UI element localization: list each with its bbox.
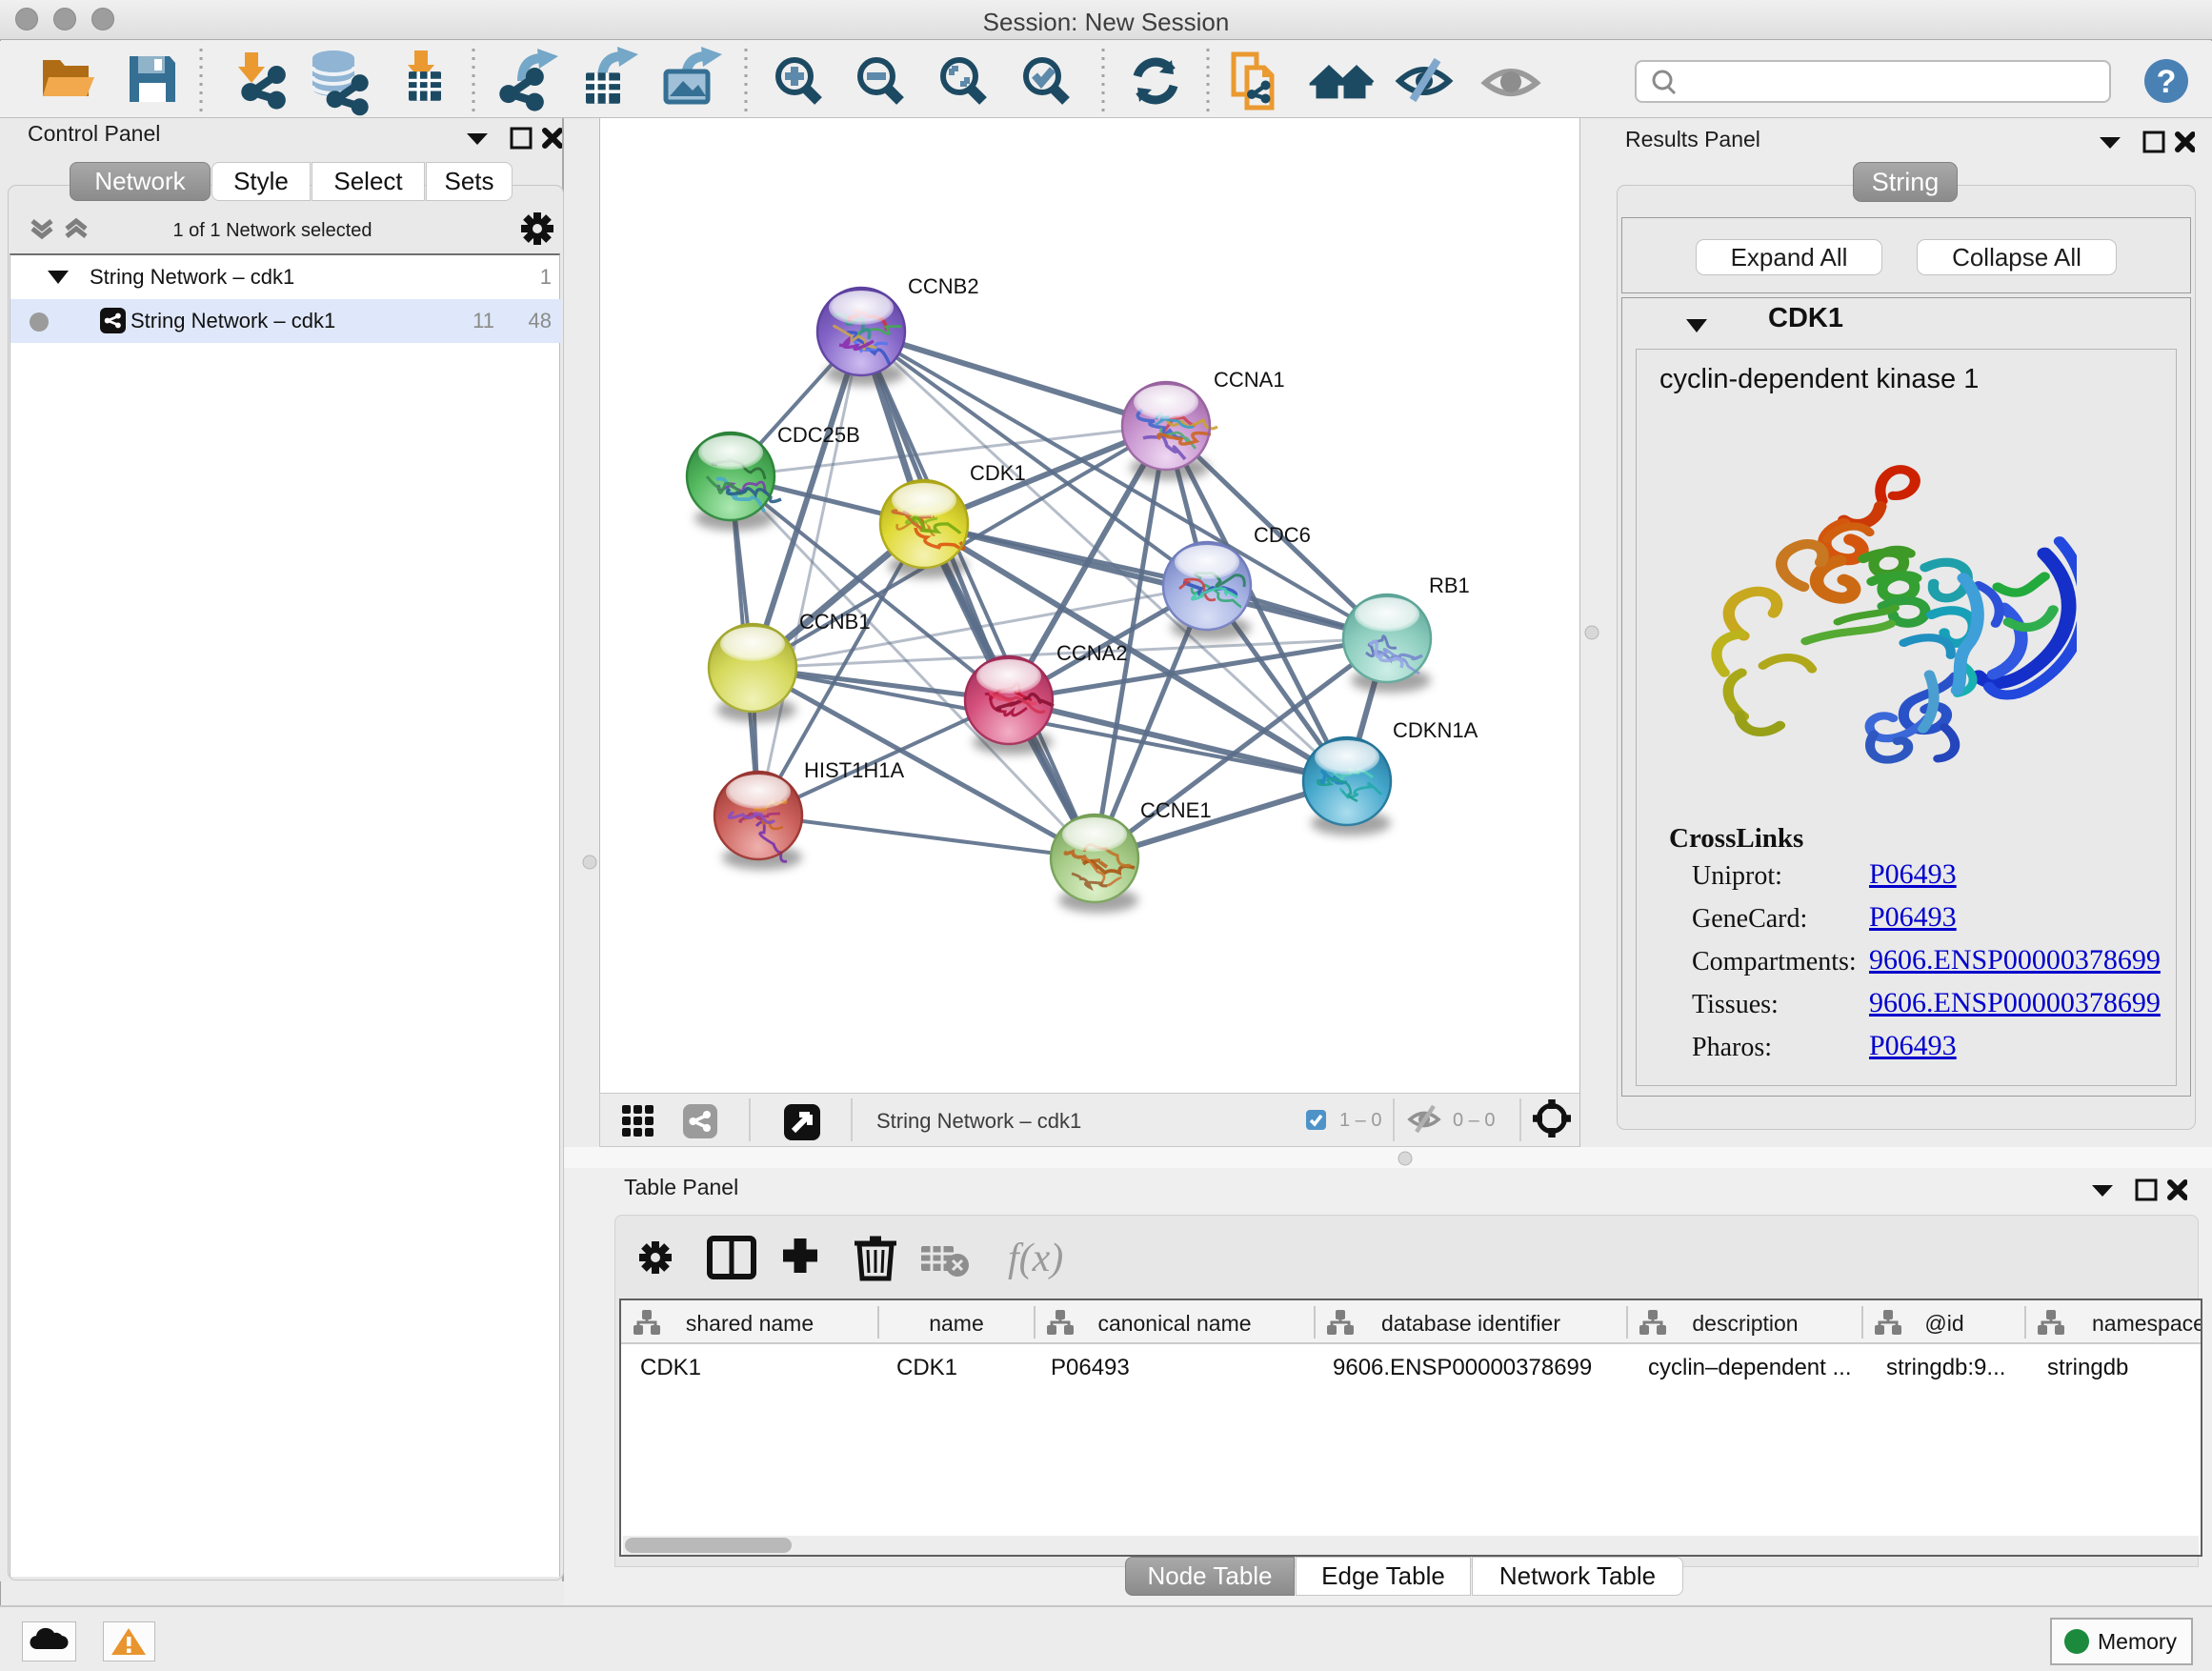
svg-text:CCNB1: CCNB1 [799, 610, 871, 634]
svg-text:0 – 0: 0 – 0 [1453, 1110, 1495, 1131]
svg-text:String Network – cdk1: String Network – cdk1 [876, 1109, 1081, 1133]
svg-text:Memory: Memory [2098, 1629, 2178, 1654]
svg-text:CDC6: CDC6 [1254, 523, 1311, 547]
svg-text:1 – 0: 1 – 0 [1339, 1110, 1381, 1131]
svg-text:namespace: namespace [2092, 1311, 2201, 1336]
svg-text:CCNB2: CCNB2 [908, 274, 979, 298]
svg-text:name: name [929, 1311, 984, 1336]
svg-text:description: description [1692, 1311, 1798, 1336]
svg-text:CDC25B: CDC25B [777, 423, 860, 447]
svg-text:CCNA1: CCNA1 [1214, 368, 1285, 392]
svg-text:f(x): f(x) [1008, 1237, 1063, 1280]
svg-text:shared name: shared name [686, 1311, 814, 1336]
svg-text:CDK1: CDK1 [970, 461, 1026, 485]
svg-text:RB1: RB1 [1429, 574, 1470, 597]
svg-text:database identifier: database identifier [1381, 1311, 1560, 1336]
svg-text:HIST1H1A: HIST1H1A [804, 758, 904, 782]
svg-text:CDKN1A: CDKN1A [1393, 718, 1478, 742]
svg-text:?: ? [2157, 64, 2177, 100]
svg-text:canonical name: canonical name [1097, 1311, 1251, 1336]
svg-text:@id: @id [1924, 1311, 1963, 1336]
svg-text:CCNA2: CCNA2 [1056, 641, 1128, 665]
svg-text:CCNE1: CCNE1 [1140, 798, 1212, 822]
